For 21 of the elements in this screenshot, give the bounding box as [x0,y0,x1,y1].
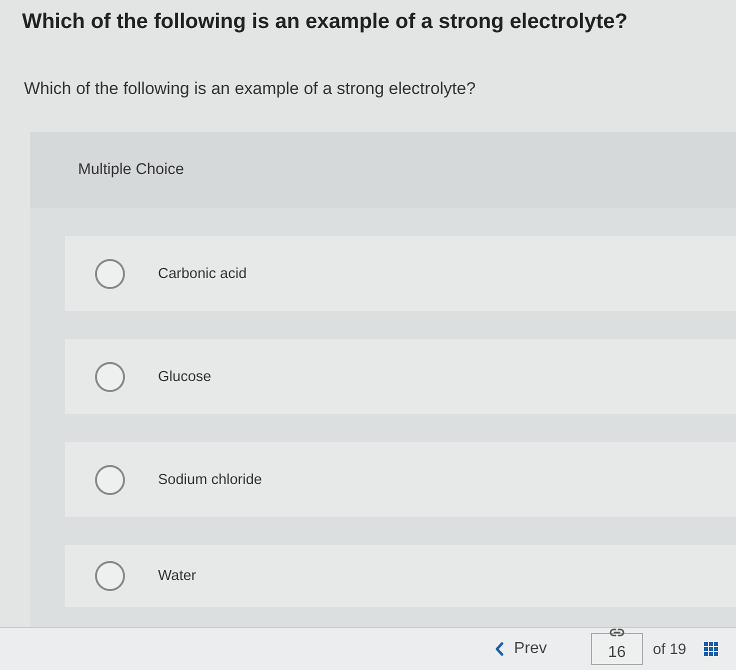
prev-button[interactable]: Prev [493,636,549,662]
option-label: Sodium chloride [158,472,262,488]
grid-icon[interactable] [704,642,718,656]
radio-button[interactable] [95,362,125,392]
page-number-field[interactable]: 16 [590,633,643,665]
radio-button[interactable] [95,561,125,591]
option-label: Carbonic acid [158,266,247,282]
radio-button[interactable] [95,258,125,288]
answer-option[interactable]: Water [65,545,736,607]
option-label: Glucose [158,368,212,384]
page-total: of 19 [652,640,686,658]
chevron-left-icon [495,642,504,656]
option-label: Water [158,568,196,584]
radio-button[interactable] [95,464,125,494]
link-icon [608,628,625,637]
answer-option[interactable]: Sodium chloride [65,442,736,517]
answer-option[interactable]: Carbonic acid [65,236,736,311]
answer-option[interactable]: Glucose [65,339,736,414]
section-label: Multiple Choice [78,161,184,179]
question-text: Which of the following is an example of a strong electrolyte? [24,78,477,100]
question-title: Which of the following is an example of a strong electrolyte? [22,9,629,35]
